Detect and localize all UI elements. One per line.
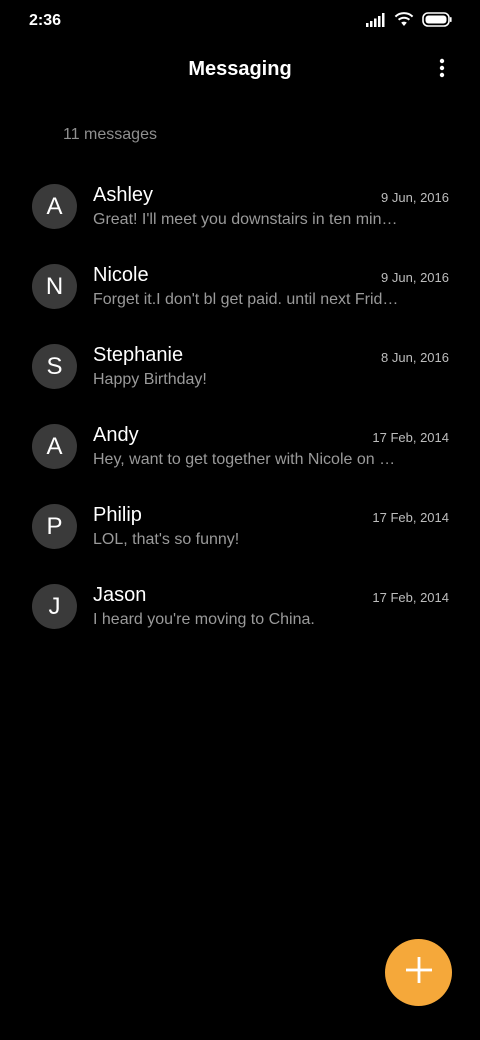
contact-name: Stephanie xyxy=(93,344,184,366)
message-count: 11 messages xyxy=(63,126,157,143)
message-date: 8 Jun, 2016 xyxy=(381,350,449,365)
contact-name: Andy xyxy=(93,424,139,446)
conversation-item-nicole[interactable]: N Nicole 9 Jun, 2016 Forget it.I don't b… xyxy=(0,246,480,326)
message-date: 17 Feb, 2014 xyxy=(372,510,449,525)
message-preview: Happy Birthday! xyxy=(93,371,207,388)
message-date: 9 Jun, 2016 xyxy=(381,190,449,205)
status-icons xyxy=(366,12,452,27)
contact-name: Jason xyxy=(93,584,147,606)
battery-icon xyxy=(422,12,452,27)
contact-name: Philip xyxy=(93,504,142,526)
contact-name: Nicole xyxy=(93,264,149,286)
message-date: 17 Feb, 2014 xyxy=(372,590,449,605)
wifi-icon xyxy=(394,12,414,27)
conversation-item-ashley[interactable]: A Ashley 9 Jun, 2016 Great! I'll meet yo… xyxy=(0,166,480,246)
avatar: P xyxy=(32,504,77,549)
message-preview: Great! I'll meet you downstairs in ten m… xyxy=(93,211,398,228)
message-date: 17 Feb, 2014 xyxy=(372,430,449,445)
message-preview: Forget it.I don't bl get paid. until nex… xyxy=(93,291,399,308)
message-preview: Hey, want to get together with Nicole on… xyxy=(93,451,403,468)
status-bar: 2:36 xyxy=(0,0,480,44)
contact-name: Ashley xyxy=(93,184,154,206)
message-preview: LOL, that's so funny! xyxy=(93,531,240,548)
conversation-item-philip[interactable]: P Philip 17 Feb, 2014 LOL, that's so fun… xyxy=(0,486,480,566)
avatar: S xyxy=(32,344,77,389)
conversation-item-jason[interactable]: J Jason 17 Feb, 2014 I heard you're movi… xyxy=(0,566,480,646)
app-header: Messaging xyxy=(0,50,480,90)
plus-icon xyxy=(404,955,434,990)
page-title: Messaging xyxy=(188,58,292,80)
avatar: J xyxy=(32,584,77,629)
conversation-list: A Ashley 9 Jun, 2016 Great! I'll meet yo… xyxy=(0,166,480,646)
conversation-item-stephanie[interactable]: S Stephanie 8 Jun, 2016 Happy Birthday! xyxy=(0,326,480,406)
avatar: N xyxy=(32,264,77,309)
avatar: A xyxy=(32,424,77,469)
new-message-button[interactable] xyxy=(385,939,452,1006)
message-date: 9 Jun, 2016 xyxy=(381,270,449,285)
more-options-button[interactable] xyxy=(428,56,456,84)
messaging-screen: 2:36 Messaging 11 messages A Ashley 9 Ju… xyxy=(0,0,480,1040)
message-preview: I heard you're moving to China. xyxy=(93,611,315,628)
avatar: A xyxy=(32,184,77,229)
signal-icon xyxy=(366,12,386,27)
conversation-item-andy[interactable]: A Andy 17 Feb, 2014 Hey, want to get tog… xyxy=(0,406,480,486)
more-vertical-icon xyxy=(439,58,445,83)
status-time: 2:36 xyxy=(29,12,62,29)
